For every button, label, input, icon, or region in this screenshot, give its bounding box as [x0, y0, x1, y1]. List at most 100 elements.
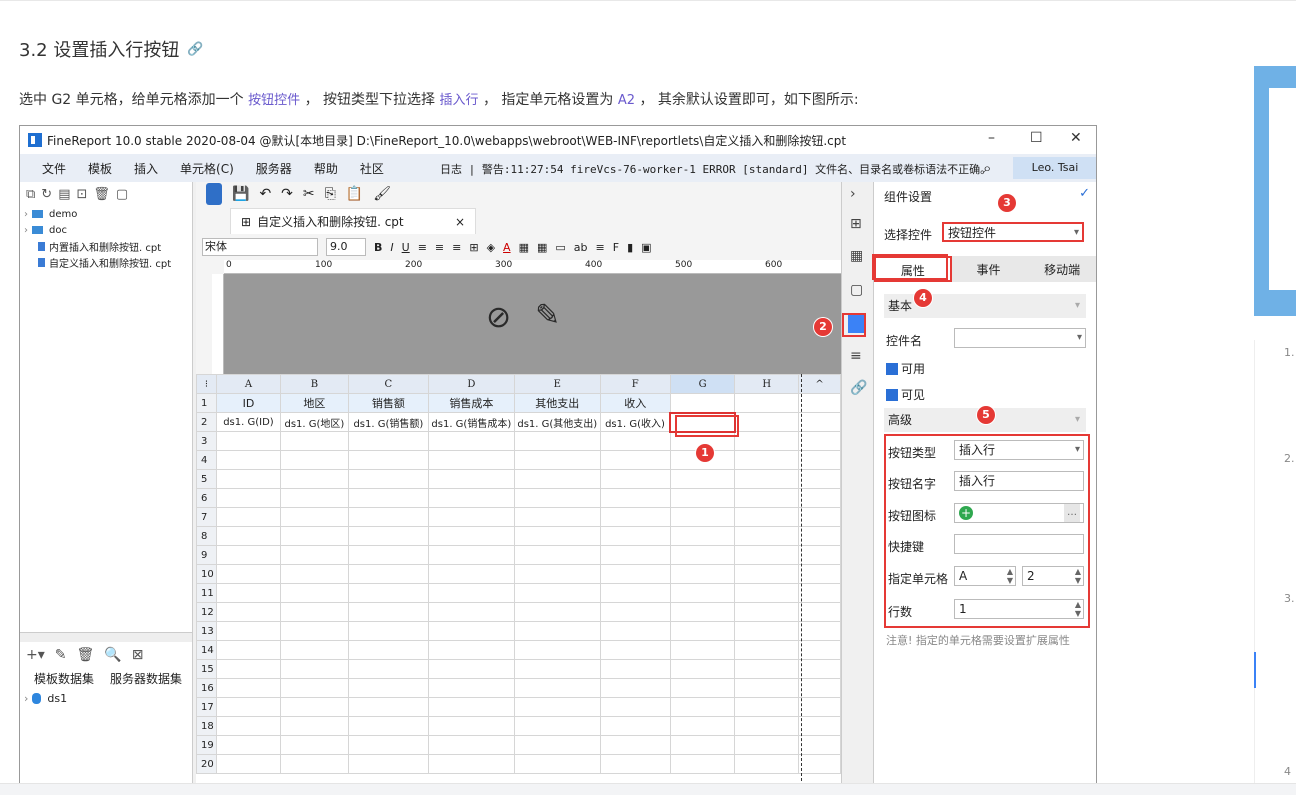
- grid-cell[interactable]: [669, 754, 736, 774]
- row-header[interactable]: 1: [196, 393, 217, 413]
- grid-cell[interactable]: [513, 659, 601, 679]
- grid-cell[interactable]: [669, 659, 736, 679]
- visible-checkbox[interactable]: 可见: [886, 386, 925, 403]
- grid-cell[interactable]: [347, 545, 429, 565]
- tab-close-icon[interactable]: ×: [455, 215, 465, 229]
- grid-cell[interactable]: [513, 469, 601, 489]
- grid-cell[interactable]: ds1. G(收入): [599, 412, 671, 432]
- underline-button[interactable]: U: [402, 241, 410, 254]
- merge-cell-icon[interactable]: ▦: [519, 241, 529, 254]
- more-icon[interactable]: …: [1064, 504, 1080, 522]
- grid-cell[interactable]: [347, 507, 429, 527]
- grid-cell[interactable]: ds1. G(ID): [215, 412, 281, 432]
- cut-icon[interactable]: ✂: [303, 186, 315, 202]
- grid-cell[interactable]: 销售成本: [427, 393, 515, 413]
- grid-cell[interactable]: [427, 754, 515, 774]
- grid-cell[interactable]: [669, 393, 736, 413]
- grid-cell[interactable]: [279, 450, 349, 470]
- row-header[interactable]: 4: [196, 450, 217, 470]
- menu-community[interactable]: 社区: [360, 160, 384, 177]
- grid-cell[interactable]: [215, 697, 281, 717]
- grid-cell[interactable]: [215, 640, 281, 660]
- grid-cell[interactable]: [599, 431, 671, 451]
- grid-cell[interactable]: [734, 583, 800, 603]
- grid-cell[interactable]: [734, 564, 800, 584]
- rail-step-4[interactable]: 4: [1284, 765, 1291, 778]
- grid-cell[interactable]: [669, 583, 736, 603]
- grid-cell[interactable]: [427, 507, 515, 527]
- cell-element-icon[interactable]: ⊞: [850, 216, 862, 232]
- column-header[interactable]: F: [599, 374, 671, 394]
- tree-file-custom[interactable]: 自定义插入和删除按钮. cpt: [20, 254, 192, 270]
- widget-name-select[interactable]: ▾: [954, 328, 1086, 348]
- save-icon[interactable]: 💾: [232, 186, 249, 202]
- grid-cell[interactable]: [347, 678, 429, 698]
- grid-cell[interactable]: [669, 716, 736, 736]
- grid-cell[interactable]: [279, 507, 349, 527]
- column-header[interactable]: C: [347, 374, 429, 394]
- grid-cell[interactable]: [599, 526, 671, 546]
- grid-cell[interactable]: [669, 469, 736, 489]
- button-name-input[interactable]: 插入行: [954, 471, 1084, 491]
- enabled-checkbox[interactable]: 可用: [886, 360, 925, 377]
- row-header[interactable]: 20: [196, 754, 217, 774]
- grid-cell[interactable]: [279, 697, 349, 717]
- align-right-icon[interactable]: ≡: [452, 241, 461, 254]
- grid-cell[interactable]: [734, 659, 800, 679]
- grid-cell[interactable]: [215, 602, 281, 622]
- undo-icon[interactable]: ↶: [259, 186, 271, 202]
- grid-cell[interactable]: [599, 583, 671, 603]
- rail-step-1[interactable]: 1.: [1284, 346, 1295, 359]
- row-header[interactable]: 2: [196, 412, 217, 432]
- spinner-icon[interactable]: ▲ ▼: [1075, 600, 1081, 618]
- column-header[interactable]: H: [734, 374, 800, 394]
- grid-cell[interactable]: [215, 526, 281, 546]
- insert-text-icon[interactable]: ▭: [555, 241, 565, 254]
- grid-cell[interactable]: [427, 583, 515, 603]
- grid-cell[interactable]: [347, 583, 429, 603]
- grid-cell[interactable]: [215, 450, 281, 470]
- grid-cell[interactable]: [669, 678, 736, 698]
- grid-cell[interactable]: [279, 716, 349, 736]
- collapse-icon[interactable]: ▢: [116, 187, 128, 202]
- log-message[interactable]: 日志 | 警告:11:27:54 fireVcs-76-worker-1 ERR…: [440, 161, 991, 177]
- align-center-icon[interactable]: ≡: [435, 241, 444, 254]
- row-header[interactable]: 10: [196, 564, 217, 584]
- confirm-check-icon[interactable]: ✓: [1079, 186, 1090, 201]
- grid-cell[interactable]: [734, 735, 800, 755]
- button-type-select[interactable]: 插入行 ▾: [954, 440, 1084, 460]
- grid-cell[interactable]: [347, 602, 429, 622]
- grid-cell[interactable]: ds1. G(销售成本): [427, 412, 515, 432]
- grid-cell[interactable]: [215, 564, 281, 584]
- font-family-select[interactable]: 宋体: [202, 238, 318, 256]
- grid-cell[interactable]: [215, 621, 281, 641]
- grid-cell[interactable]: [279, 564, 349, 584]
- grid-cell[interactable]: [279, 488, 349, 508]
- grid-cell[interactable]: [734, 640, 800, 660]
- parameter-panel[interactable]: ⊘ ✎: [224, 274, 841, 374]
- search-icon[interactable]: ⌕: [983, 159, 991, 177]
- format-painter-icon[interactable]: 🖌: [373, 186, 391, 202]
- grid-cell[interactable]: [347, 431, 429, 451]
- tab-events[interactable]: 事件: [952, 261, 1026, 278]
- row-header[interactable]: 11: [196, 583, 217, 603]
- target-cell-column[interactable]: A ▲ ▼: [954, 566, 1016, 586]
- grid-cell[interactable]: [734, 431, 800, 451]
- grid-cell[interactable]: [347, 716, 429, 736]
- grid-cell[interactable]: [215, 488, 281, 508]
- grid-cell[interactable]: [513, 583, 601, 603]
- column-header[interactable]: B: [279, 374, 349, 394]
- grid-cell[interactable]: [279, 735, 349, 755]
- grid-cell[interactable]: [669, 545, 736, 565]
- grid-cell[interactable]: [513, 602, 601, 622]
- grid-cell[interactable]: [347, 488, 429, 508]
- grid-cell[interactable]: [513, 545, 601, 565]
- grid-cell[interactable]: [215, 507, 281, 527]
- user-account[interactable]: Leo. Tsai: [1013, 157, 1096, 179]
- delete-icon[interactable]: 🗑: [93, 187, 110, 202]
- grid-cell[interactable]: [734, 716, 800, 736]
- grid-cell[interactable]: [599, 754, 671, 774]
- insert-formula-icon[interactable]: ≡: [596, 241, 605, 254]
- new-folder-icon[interactable]: ⧉: [26, 187, 35, 202]
- widget-type-select[interactable]: 按钮控件 ▾: [942, 222, 1084, 242]
